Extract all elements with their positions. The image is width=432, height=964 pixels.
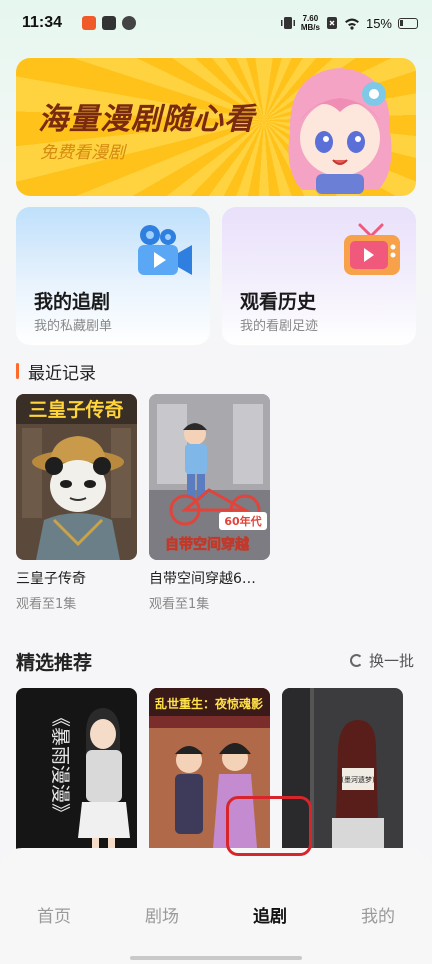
net-speed-value: 7.60 bbox=[302, 14, 319, 23]
rainstorm-poster-art: 《暴雨漫漫》 bbox=[16, 688, 137, 868]
battery-percent: 15% bbox=[365, 15, 392, 31]
refresh-label: 换一批 bbox=[368, 652, 414, 670]
recent-item-2-progress: 观看至1集 bbox=[149, 597, 210, 612]
recent-header: 最近记录 bbox=[16, 360, 96, 384]
my-series-title: 我的追剧 bbox=[34, 291, 111, 313]
promo-banner[interactable]: 海量漫剧随心看 免费看漫剧 bbox=[16, 58, 416, 196]
video-camera-icon bbox=[138, 225, 192, 275]
vibrate-icon bbox=[280, 17, 295, 29]
wifi-icon bbox=[344, 18, 359, 30]
watch-history-title: 观看历史 bbox=[240, 291, 317, 313]
my-series-card[interactable]: 我的追剧 我的私藏剧单 bbox=[16, 207, 210, 345]
battery-icon bbox=[398, 17, 418, 29]
nav-home[interactable]: 首页 bbox=[18, 902, 90, 927]
nav-theater[interactable]: 剧场 bbox=[126, 902, 198, 927]
watch-history-subtitle: 我的看剧足迹 bbox=[240, 319, 319, 334]
no-sim-icon bbox=[326, 17, 337, 29]
nav-following[interactable]: 追剧 bbox=[234, 902, 306, 927]
pick-poster-2-text: 乱世重生：夜惊魂影 bbox=[155, 696, 263, 711]
my-series-subtitle: 我的私藏剧单 bbox=[34, 319, 113, 334]
recent-poster-2[interactable]: 60年代 自带空间穿越 bbox=[149, 394, 270, 560]
status-right: 7.60 MB/s 15% bbox=[280, 14, 418, 32]
status-time: 11:34 bbox=[22, 14, 63, 31]
net-speed: 7.60 MB/s bbox=[301, 14, 320, 32]
nav-highlight-box bbox=[226, 796, 312, 856]
retro-tv-icon bbox=[344, 223, 400, 275]
recent-poster-1-text: 三皇子传奇 bbox=[28, 398, 123, 421]
pick-poster-3-text: (墨河遗梦) bbox=[341, 775, 375, 784]
refresh-button[interactable]: 换一批 bbox=[349, 650, 414, 671]
pick-poster-1[interactable]: 《暴雨漫漫》 bbox=[16, 688, 137, 868]
anime-girl-illustration bbox=[288, 68, 392, 194]
recent-item-2-title: 自带空间穿越6… bbox=[149, 571, 256, 587]
picks-heading: 精选推荐 bbox=[16, 652, 93, 674]
recent-heading: 最近记录 bbox=[28, 363, 96, 384]
pick-poster-1-text: 《暴雨漫漫》 bbox=[49, 708, 71, 822]
notification-icons bbox=[82, 16, 136, 30]
recent-item-1-title: 三皇子传奇 bbox=[16, 571, 86, 587]
nav-mine[interactable]: 我的 bbox=[342, 902, 414, 927]
recent-item-1-progress: 观看至1集 bbox=[16, 597, 77, 612]
bottom-nav: 首页 剧场 追剧 我的 bbox=[0, 848, 432, 964]
watch-history-card[interactable]: 观看历史 我的看剧足迹 bbox=[222, 207, 416, 345]
panda-meme-poster-art: 三皇子传奇 bbox=[16, 394, 137, 560]
refresh-icon bbox=[349, 654, 363, 667]
status-bar: 11:34 7.60 MB/s 15% bbox=[0, 0, 432, 50]
net-speed-unit: MB/s bbox=[300, 23, 320, 32]
recent-poster-1[interactable]: 三皇子传奇 bbox=[16, 394, 137, 560]
section-accent-bar bbox=[16, 363, 19, 379]
mail-icon bbox=[102, 16, 116, 30]
home-indicator bbox=[130, 956, 302, 960]
recent-poster-2-text: 60年代 bbox=[224, 514, 261, 528]
wechat-icon bbox=[122, 16, 136, 30]
recent-poster-2-text2: 自带空间穿越 bbox=[165, 536, 250, 553]
banner-subtitle: 免费看漫剧 bbox=[40, 143, 125, 163]
app-notification-icon bbox=[82, 16, 96, 30]
banner-title: 海量漫剧随心看 bbox=[38, 102, 255, 137]
bicycle-poster-art: 60年代 自带空间穿越 bbox=[149, 394, 270, 560]
